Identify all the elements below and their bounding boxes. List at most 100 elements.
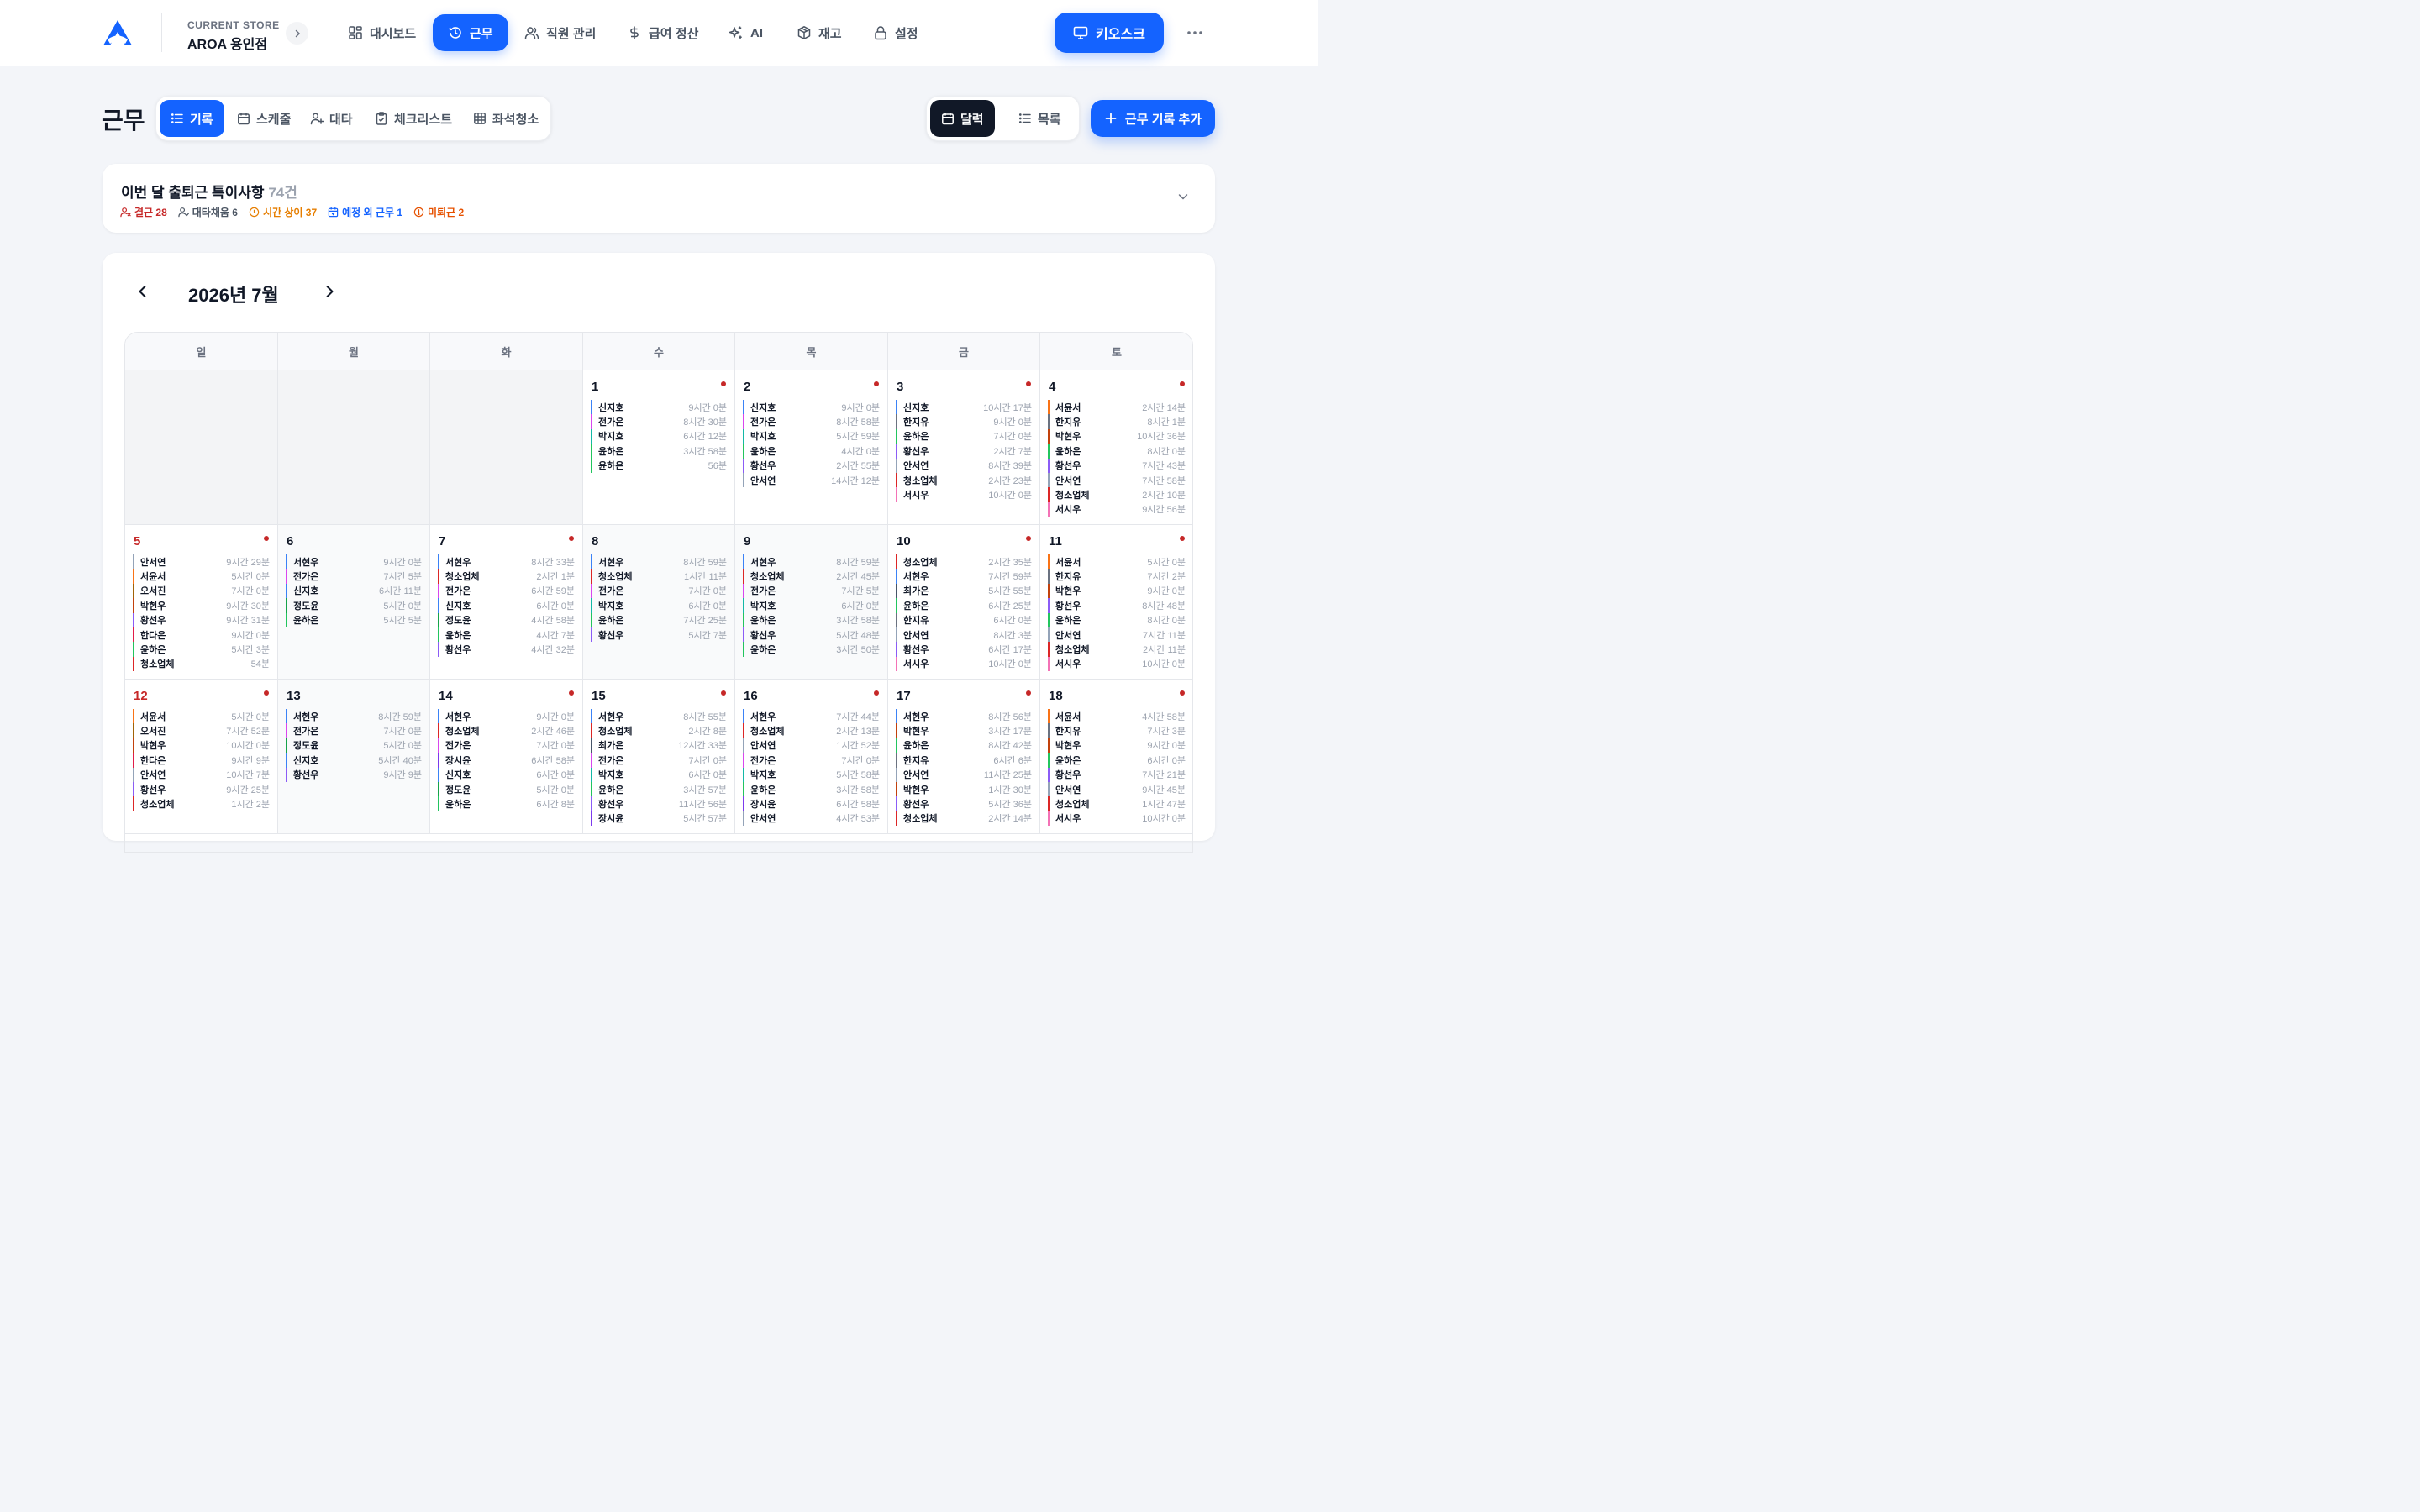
shift-entry[interactable]: 한지유 6시간 0분 (896, 612, 1032, 627)
shift-entry[interactable]: 서현우 7시간 59분 (896, 569, 1032, 584)
shift-entry[interactable]: 서현우 7시간 44분 (743, 709, 880, 724)
shift-entry[interactable]: 윤하은 56분 (591, 458, 727, 473)
shift-entry[interactable]: 황선우 7시간 21분 (1048, 767, 1186, 782)
shift-entry[interactable]: 신지호 5시간 40분 (286, 753, 422, 768)
shift-entry[interactable]: 박지호 6시간 12분 (591, 428, 727, 444)
shift-entry[interactable]: 윤하은 5시간 5분 (286, 612, 422, 627)
attendance-notice-panel[interactable]: 이번 달 출퇴근 특이사항 74건 결근 28 대타채움 6 시간 상이 37 … (103, 164, 1215, 233)
tab-substitute[interactable]: 대타 (299, 100, 364, 137)
shift-entry[interactable]: 안서연 4시간 53분 (743, 811, 880, 827)
shift-entry[interactable]: 박현우 10시간 36분 (1048, 428, 1186, 444)
shift-entry[interactable]: 신지호 6시간 0분 (438, 598, 575, 613)
calendar-day-cell[interactable]: 10 청소업체 2시간 35분 서현우 7시간 59분 최가은 5시간 55분 윤하은 6시간 … (888, 525, 1040, 680)
shift-entry[interactable]: 안서연 7시간 11분 (1048, 627, 1186, 643)
shift-entry[interactable]: 청소업체 2시간 14분 (896, 811, 1032, 827)
shift-entry[interactable]: 안서연 9시간 29분 (133, 554, 270, 570)
shift-entry[interactable]: 서윤서 5시간 0분 (133, 569, 270, 584)
tab-schedule[interactable]: 스케줄 (226, 100, 302, 137)
shift-entry[interactable]: 전가은 7시간 0분 (591, 753, 727, 768)
shift-entry[interactable]: 서시우 10시간 0분 (1048, 656, 1186, 672)
calendar-day-cell[interactable]: 15 서현우 8시간 55분 청소업체 2시간 8분 최가은 12시간 33분 전가은 7시간 … (583, 680, 735, 834)
shift-entry[interactable]: 황선우 9시간 25분 (133, 781, 270, 797)
shift-entry[interactable]: 안서연 8시간 39분 (896, 458, 1032, 473)
shift-entry[interactable]: 황선우 4시간 32분 (438, 642, 575, 657)
shift-entry[interactable]: 오서진 7시간 0분 (133, 583, 270, 599)
shift-entry[interactable]: 장시윤 5시간 57분 (591, 811, 727, 827)
shift-entry[interactable]: 윤하은 6시간 0분 (1048, 753, 1186, 768)
shift-entry[interactable]: 윤하은 8시간 0분 (1048, 612, 1186, 627)
shift-entry[interactable]: 윤하은 3시간 58분 (743, 781, 880, 797)
shift-entry[interactable]: 황선우 2시간 55분 (743, 458, 880, 473)
shift-entry[interactable]: 신지호 10시간 17분 (896, 400, 1032, 415)
aroa-logo[interactable] (101, 18, 134, 48)
shift-entry[interactable]: 서현우 8시간 33분 (438, 554, 575, 570)
nav-staff[interactable]: 직원 관리 (509, 14, 611, 51)
shift-entry[interactable]: 서시우 9시간 56분 (1048, 501, 1186, 517)
shift-entry[interactable]: 안서연 9시간 45분 (1048, 781, 1186, 797)
calendar-day-cell[interactable]: 18 서윤서 4시간 58분 한지유 7시간 3분 박현우 9시간 0분 윤하은 6시간 0분 황… (1040, 680, 1192, 834)
shift-entry[interactable]: 윤하은 6시간 8분 (438, 796, 575, 811)
shift-entry[interactable]: 서현우 8시간 59분 (286, 709, 422, 724)
nav-ai[interactable]: AI (713, 14, 778, 51)
shift-entry[interactable]: 윤하은 3시간 57분 (591, 781, 727, 797)
shift-entry[interactable]: 안서연 10시간 7분 (133, 767, 270, 782)
shift-entry[interactable]: 최가은 5시간 55분 (896, 583, 1032, 599)
store-switch-button[interactable] (286, 22, 308, 45)
shift-entry[interactable]: 전가은 7시간 0분 (743, 753, 880, 768)
shift-entry[interactable]: 황선우 2시간 7분 (896, 444, 1032, 459)
shift-entry[interactable]: 박지호 5시간 59분 (743, 428, 880, 444)
shift-entry[interactable]: 윤하은 4시간 0분 (743, 444, 880, 459)
shift-entry[interactable]: 청소업체 2시간 11분 (1048, 642, 1186, 657)
view-calendar[interactable]: 달력 (930, 100, 995, 137)
shift-entry[interactable]: 서현우 9시간 0분 (438, 709, 575, 724)
shift-entry[interactable]: 서시우 10시간 0분 (1048, 811, 1186, 827)
shift-entry[interactable]: 한다은 9시간 0분 (133, 627, 270, 643)
shift-entry[interactable]: 오서진 7시간 52분 (133, 723, 270, 738)
calendar-day-cell[interactable]: 13 서현우 8시간 59분 전가은 7시간 0분 정도윤 5시간 0분 신지호 5시간 40분… (278, 680, 430, 834)
shift-entry[interactable]: 안서연 11시간 25분 (896, 767, 1032, 782)
shift-entry[interactable]: 윤하은 3시간 58분 (591, 444, 727, 459)
shift-entry[interactable]: 서현우 8시간 55분 (591, 709, 727, 724)
nav-payroll[interactable]: 급여 정산 (612, 14, 713, 51)
shift-entry[interactable]: 안서연 14시간 12분 (743, 472, 880, 488)
shift-entry[interactable]: 서현우 8시간 59분 (591, 554, 727, 570)
shift-entry[interactable]: 서윤서 5시간 0분 (1048, 554, 1186, 570)
shift-entry[interactable]: 청소업체 1시간 11분 (591, 569, 727, 584)
shift-entry[interactable]: 서윤서 4시간 58분 (1048, 709, 1186, 724)
shift-entry[interactable]: 황선우 9시간 9분 (286, 767, 422, 782)
kiosk-button[interactable]: 키오스크 (1055, 13, 1164, 53)
shift-entry[interactable]: 윤하은 4시간 7분 (438, 627, 575, 643)
calendar-day-cell[interactable]: 3 신지호 10시간 17분 한지유 9시간 0분 윤하은 7시간 0분 황선우 2시간 7분 안… (888, 370, 1040, 525)
shift-entry[interactable]: 황선우 9시간 31분 (133, 612, 270, 627)
shift-entry[interactable]: 서윤서 2시간 14분 (1048, 400, 1186, 415)
shift-entry[interactable]: 청소업체 2시간 8분 (591, 723, 727, 738)
calendar-day-cell[interactable]: 2 신지호 9시간 0분 전가은 8시간 58분 박지호 5시간 59분 윤하은 4시간 0분 황… (735, 370, 888, 525)
nav-settings[interactable]: 설정 (858, 14, 934, 51)
shift-entry[interactable]: 청소업체 2시간 35분 (896, 554, 1032, 570)
shift-entry[interactable]: 박지호 6시간 0분 (591, 598, 727, 613)
shift-entry[interactable]: 정도윤 5시간 0분 (438, 781, 575, 797)
tab-seat-cleaning[interactable]: 좌석청소 (462, 100, 550, 137)
shift-entry[interactable]: 한지유 7시간 3분 (1048, 723, 1186, 738)
shift-entry[interactable]: 전가은 7시간 0분 (438, 738, 575, 753)
shift-entry[interactable]: 정도윤 5시간 0분 (286, 598, 422, 613)
shift-entry[interactable]: 신지호 9시간 0분 (743, 400, 880, 415)
add-work-record-button[interactable]: 근무 기록 추가 (1091, 100, 1215, 137)
shift-entry[interactable]: 박현우 10시간 0분 (133, 738, 270, 753)
shift-entry[interactable]: 신지호 9시간 0분 (591, 400, 727, 415)
shift-entry[interactable]: 한지유 9시간 0분 (896, 414, 1032, 429)
view-list[interactable]: 목록 (1007, 100, 1072, 137)
chevron-left-icon[interactable] (136, 284, 150, 299)
shift-entry[interactable]: 청소업체 2시간 45분 (743, 569, 880, 584)
calendar-day-cell[interactable]: 11 서윤서 5시간 0분 한지유 7시간 2분 박현우 9시간 0분 황선우 8시간 48분 윤… (1040, 525, 1192, 680)
shift-entry[interactable]: 윤하은 8시간 42분 (896, 738, 1032, 753)
calendar-day-cell[interactable]: 4 서윤서 2시간 14분 한지유 8시간 1분 박현우 10시간 36분 윤하은 8시간 0분… (1040, 370, 1192, 525)
shift-entry[interactable]: 황선우 11시간 56분 (591, 796, 727, 811)
calendar-day-cell[interactable]: 17 서현우 8시간 56분 박현우 3시간 17분 윤하은 8시간 42분 한지유 6시간 6… (888, 680, 1040, 834)
shift-entry[interactable]: 황선우 5시간 7분 (591, 627, 727, 643)
shift-entry[interactable]: 신지호 6시간 11분 (286, 583, 422, 599)
shift-entry[interactable]: 황선우 5시간 48분 (743, 627, 880, 643)
calendar-day-cell[interactable]: 9 서현우 8시간 59분 청소업체 2시간 45분 전가은 7시간 5분 박지호 6시간 0분… (735, 525, 888, 680)
nav-work[interactable]: 근무 (433, 14, 508, 51)
shift-entry[interactable]: 황선우 8시간 48분 (1048, 598, 1186, 613)
